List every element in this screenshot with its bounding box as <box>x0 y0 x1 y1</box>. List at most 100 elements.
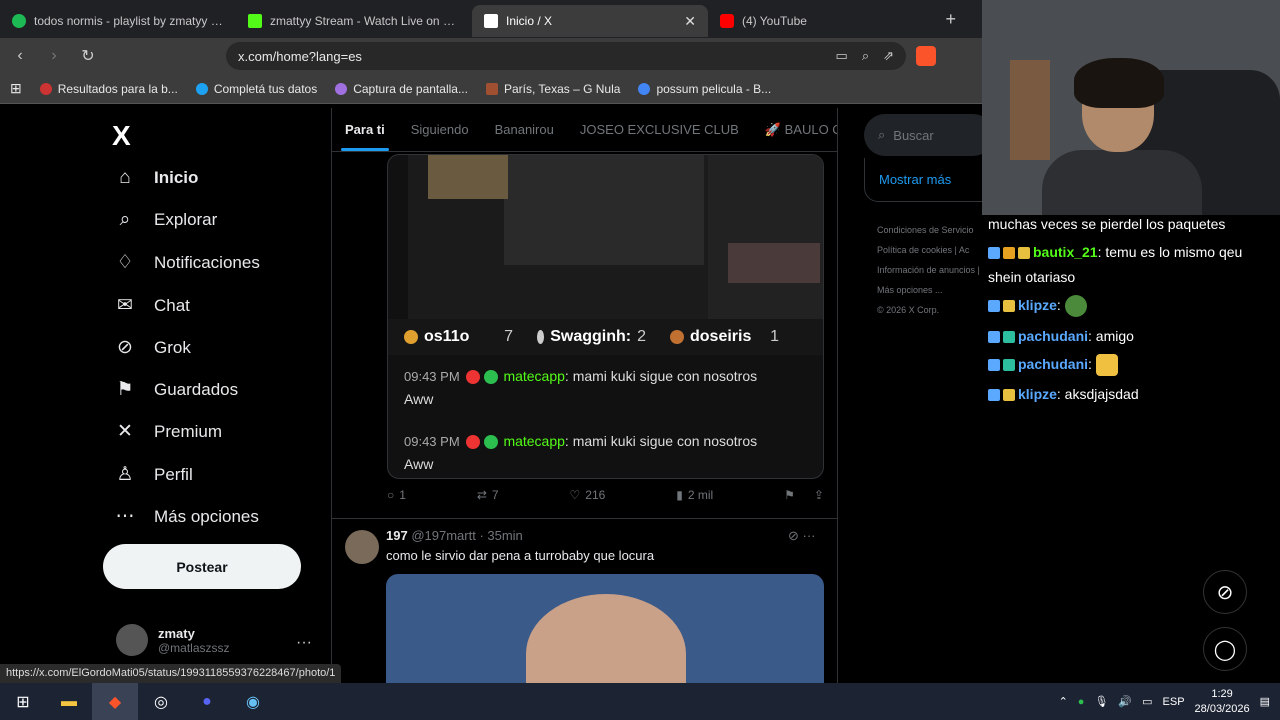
divider <box>332 518 837 519</box>
share-icon[interactable]: ⇪ <box>814 488 824 502</box>
notification-icon[interactable]: ▤ <box>1260 695 1270 708</box>
bookmark-item[interactable]: Resultados para la b... <box>39 82 178 96</box>
discord-taskbar-button[interactable]: ● <box>184 683 230 720</box>
tweet-media[interactable]: os11o 7 Swagginh: 2 doseiris 1 09:43 PM mat… <box>387 154 824 479</box>
chat-line: muchas veces se pierdel los paquetes <box>988 216 1226 232</box>
windows-taskbar: ⊞ ▬ ◆ ◎ ● ◉ ⌃ ● 🎙 🔊 ▭ ESP 1:29 28/03/2026… <box>0 683 1280 720</box>
cast-icon[interactable]: ▭ <box>836 48 848 64</box>
steam-icon: ◉ <box>246 693 260 711</box>
chat-overlay: 09:43 PM matecapp: mami kuki sigue con n… <box>388 361 823 478</box>
avatar[interactable] <box>345 530 379 564</box>
bookmarks-bar: ⊞ Resultados para la b... Completá tus d… <box>0 74 982 104</box>
chevron-up-icon[interactable]: ⌃ <box>1059 695 1068 708</box>
bell-icon: ♢ <box>116 252 134 273</box>
close-tab-icon[interactable]: ✕ <box>684 13 696 30</box>
bookmark-item[interactable]: París, Texas – G Nula <box>485 82 620 96</box>
url-bar[interactable]: x.com/home?lang=es ▭ ⌕ ⇗ <box>226 42 906 70</box>
volume-icon[interactable]: 🔊 <box>1118 695 1132 708</box>
grok-button[interactable]: ⊘ <box>1203 570 1247 614</box>
post-button[interactable]: Postear <box>103 544 301 589</box>
grok-icon: ⊘ <box>117 337 133 358</box>
sidebar-item-perfil[interactable]: ♙ Perfil <box>114 463 192 486</box>
language-indicator[interactable]: ESP <box>1163 696 1185 708</box>
messages-button[interactable]: ◯ <box>1203 627 1247 671</box>
like-button[interactable]: ♡ 216 <box>570 488 606 502</box>
leaderboard: os11o 7 Swagginh: 2 doseiris 1 <box>388 319 823 355</box>
tab-x-home[interactable]: Inicio / X ✕ <box>472 5 708 37</box>
sidebar-item-grok[interactable]: ⊘ Grok <box>114 336 191 359</box>
start-button[interactable]: ⊞ <box>0 683 46 720</box>
tab-spotify[interactable]: todos normis - playlist by zmatyy | Sp <box>0 5 236 37</box>
tab-youtube[interactable]: (4) YouTube <box>708 5 944 37</box>
video-thumbnails <box>728 243 820 283</box>
chat-line: bautix_21: temu es lo mismo qeu <box>988 241 1242 263</box>
more-icon[interactable]: ⊘ ··· <box>788 528 816 544</box>
chat-line: klipze: <box>988 294 1087 318</box>
pin-icon <box>988 359 1000 372</box>
tweet-image[interactable] <box>386 574 824 688</box>
repost-icon: ⇄ <box>476 488 487 502</box>
more-icon[interactable]: ··· <box>296 634 312 652</box>
person-icon: ♙ <box>116 464 134 485</box>
brave-icon: ◆ <box>108 693 122 711</box>
tab-kick[interactable]: zmattyy Stream - Watch Live on Kick <box>236 5 472 37</box>
badge-icon <box>1003 247 1015 260</box>
pin-icon <box>988 389 1000 402</box>
share-icon[interactable]: ⇗ <box>883 48 894 64</box>
file-explorer-button[interactable]: ▬ <box>46 683 92 720</box>
bookmark-button[interactable]: ⚑ ⇪ <box>784 488 824 502</box>
repost-button[interactable]: ⇄ 7 <box>477 488 499 502</box>
forward-icon[interactable]: › <box>44 47 64 65</box>
photo-subject <box>526 594 686 688</box>
tab-para-ti[interactable]: Para ti <box>341 122 389 151</box>
sidebar-item-inicio[interactable]: ⌂ Inicio <box>114 167 198 189</box>
terms-link[interactable]: Condiciones de Servicio <box>877 220 982 240</box>
ads-info-link[interactable]: Información de anuncios | Más opciones .… <box>877 260 982 300</box>
zoom-icon[interactable]: ⌕ <box>862 48 869 64</box>
tweet-header: 197 @197martt · 35min <box>386 528 523 543</box>
sidebar-item-premium[interactable]: ✕ Premium <box>114 420 222 443</box>
tray-app-icon[interactable]: ● <box>1078 696 1085 708</box>
windows-icon: ⊞ <box>16 693 30 711</box>
sidebar-item-explorar[interactable]: ⌕ Explorar <box>114 209 218 231</box>
browser-tab-bar: todos normis - playlist by zmatyy | Sp z… <box>0 0 982 38</box>
youtube-icon <box>720 14 734 28</box>
bookmark-icon: ⚑ <box>784 488 795 502</box>
sidebar-item-chat[interactable]: ✉ Chat <box>114 294 190 317</box>
show-more-link[interactable]: Mostrar más <box>864 158 984 202</box>
x-logo[interactable]: X <box>112 120 131 152</box>
discord-icon: ● <box>202 692 212 710</box>
search-icon: ⌕ <box>119 209 131 230</box>
clock[interactable]: 1:29 28/03/2026 <box>1195 687 1250 717</box>
bookmark-item[interactable]: Completá tus datos <box>195 82 317 96</box>
sidebar-item-notificaciones[interactable]: ♢ Notificaciones <box>114 251 259 274</box>
reply-button[interactable]: ○ 1 <box>387 488 406 502</box>
brave-taskbar-button[interactable]: ◆ <box>92 683 138 720</box>
tab-siguiendo[interactable]: Siguiendo <box>411 122 469 137</box>
new-tab-button[interactable]: + <box>945 9 956 30</box>
mic-icon[interactable]: 🎙 <box>1094 695 1108 708</box>
steam-taskbar-button[interactable]: ◉ <box>230 683 276 720</box>
kick-icon <box>248 14 262 28</box>
sidebar-item-guardados[interactable]: ⚑ Guardados <box>114 378 238 401</box>
bookmark-item[interactable]: Captura de pantalla... <box>335 82 468 96</box>
google-icon <box>638 82 651 95</box>
chat-bubble-icon: ◯ <box>1213 638 1237 661</box>
bookmark-item[interactable]: possum pelicula - B... <box>638 82 771 96</box>
cookies-link[interactable]: Política de cookies | Ac <box>877 240 982 260</box>
tab-bananirou[interactable]: Bananirou <box>495 122 554 137</box>
badge-icon <box>465 370 480 385</box>
apps-icon[interactable]: ⊞ <box>10 80 22 97</box>
search-input[interactable]: ⌕ Buscar <box>864 114 994 156</box>
chat-line: pachudani: <box>988 353 1118 377</box>
network-icon[interactable]: ▭ <box>1142 695 1152 708</box>
back-icon[interactable]: ‹ <box>10 47 30 65</box>
tab-baulo[interactable]: 🚀 BAULO CL <box>765 122 837 138</box>
views-button[interactable]: ▮ 2 mil <box>676 488 713 502</box>
tab-joseo[interactable]: JOSEO EXCLUSIVE CLUB <box>580 122 739 137</box>
reload-icon[interactable]: ↻ <box>78 46 98 66</box>
sidebar-item-mas-opciones[interactable]: ⋯ Más opciones <box>114 505 259 528</box>
obs-taskbar-button[interactable]: ◎ <box>138 683 184 720</box>
account-switcher[interactable]: zmaty @matlaszssz ··· <box>116 624 312 656</box>
brave-shield-icon[interactable] <box>916 46 936 66</box>
